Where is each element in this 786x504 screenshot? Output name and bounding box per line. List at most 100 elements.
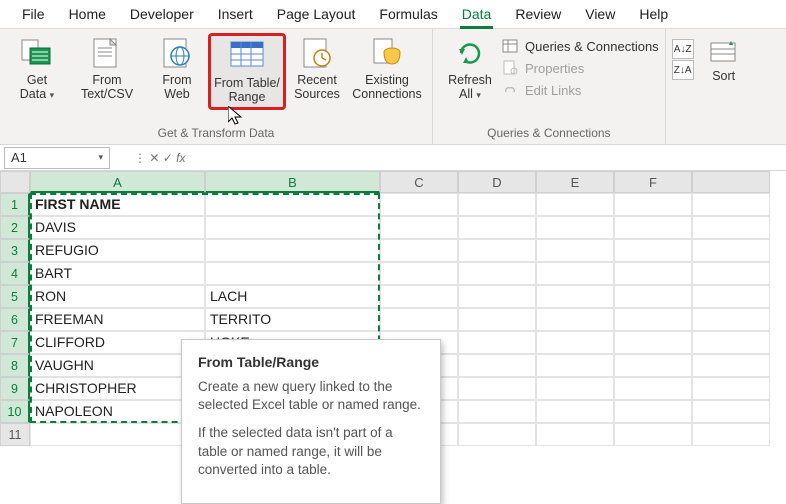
row-header[interactable]: 4	[0, 262, 30, 285]
cell[interactable]	[692, 377, 770, 400]
cell[interactable]	[458, 308, 536, 331]
cell[interactable]	[458, 377, 536, 400]
cell[interactable]: FREEMAN	[30, 308, 205, 331]
row-header[interactable]: 3	[0, 239, 30, 262]
existing-connections-button[interactable]: Existing Connections	[348, 33, 426, 104]
cell[interactable]: CHRISTOPHER	[30, 377, 205, 400]
column-header[interactable]	[692, 171, 770, 193]
column-header[interactable]: E	[536, 171, 614, 193]
tab-data[interactable]: Data	[450, 2, 504, 28]
cell[interactable]	[380, 193, 458, 216]
cell[interactable]	[458, 193, 536, 216]
cell[interactable]	[614, 354, 692, 377]
cell[interactable]	[536, 423, 614, 446]
tab-file[interactable]: File	[10, 2, 57, 28]
cell[interactable]	[614, 262, 692, 285]
cell[interactable]: BART	[30, 262, 205, 285]
column-header[interactable]: C	[380, 171, 458, 193]
cell[interactable]: LACH	[205, 285, 380, 308]
row-header[interactable]: 6	[0, 308, 30, 331]
row-header[interactable]: 1	[0, 193, 30, 216]
tab-review[interactable]: Review	[503, 2, 573, 28]
column-header[interactable]: F	[614, 171, 692, 193]
from-text-csv-button[interactable]: From Text/CSV	[68, 33, 146, 104]
cell[interactable]	[458, 216, 536, 239]
cell[interactable]	[692, 216, 770, 239]
cell[interactable]	[536, 216, 614, 239]
row-header[interactable]: 5	[0, 285, 30, 308]
cell[interactable]	[614, 285, 692, 308]
cell[interactable]	[692, 423, 770, 446]
cell[interactable]	[692, 331, 770, 354]
cell[interactable]: REFUGIO	[30, 239, 205, 262]
cell[interactable]	[692, 308, 770, 331]
cell[interactable]	[614, 400, 692, 423]
cell[interactable]	[536, 354, 614, 377]
properties-button[interactable]: Properties	[501, 59, 659, 77]
cell[interactable]	[380, 308, 458, 331]
cell[interactable]	[536, 331, 614, 354]
cell[interactable]: FIRST NAME	[30, 193, 205, 216]
cell[interactable]	[536, 308, 614, 331]
tab-formulas[interactable]: Formulas	[367, 2, 449, 28]
cell[interactable]	[458, 262, 536, 285]
cell[interactable]	[614, 239, 692, 262]
cell[interactable]	[458, 239, 536, 262]
cell[interactable]	[614, 216, 692, 239]
row-header[interactable]: 8	[0, 354, 30, 377]
cell[interactable]	[614, 308, 692, 331]
column-header[interactable]: A	[30, 171, 205, 193]
cell[interactable]	[380, 262, 458, 285]
tab-view[interactable]: View	[573, 2, 627, 28]
cell[interactable]	[380, 239, 458, 262]
cell[interactable]: TERRITO	[205, 308, 380, 331]
tab-page-layout[interactable]: Page Layout	[265, 2, 368, 28]
cell[interactable]	[380, 285, 458, 308]
cell[interactable]	[692, 354, 770, 377]
cell[interactable]	[205, 262, 380, 285]
get-data-button[interactable]: Get Data ▾	[6, 33, 68, 104]
cell[interactable]	[536, 285, 614, 308]
sort-desc-button[interactable]: Z↓A	[672, 60, 694, 80]
cell[interactable]: VAUGHN	[30, 354, 205, 377]
cell[interactable]: RON	[30, 285, 205, 308]
refresh-all-button[interactable]: Refresh All ▾	[439, 33, 501, 104]
cell[interactable]	[614, 331, 692, 354]
sort-asc-button[interactable]: A↓Z	[672, 39, 694, 59]
cell[interactable]	[692, 285, 770, 308]
cell[interactable]	[458, 423, 536, 446]
cell[interactable]: CLIFFORD	[30, 331, 205, 354]
cell[interactable]	[614, 193, 692, 216]
row-header[interactable]: 9	[0, 377, 30, 400]
cell[interactable]	[205, 239, 380, 262]
queries-connections-button[interactable]: Queries & Connections	[501, 37, 659, 55]
name-box[interactable]: A1 ▾	[4, 147, 110, 169]
cell[interactable]	[458, 331, 536, 354]
tab-help[interactable]: Help	[627, 2, 680, 28]
recent-sources-button[interactable]: Recent Sources	[286, 33, 348, 104]
cell[interactable]	[536, 400, 614, 423]
from-web-button[interactable]: From Web	[146, 33, 208, 104]
tab-developer[interactable]: Developer	[118, 2, 206, 28]
edit-links-button[interactable]: Edit Links	[501, 81, 659, 99]
row-header[interactable]: 7	[0, 331, 30, 354]
cell[interactable]	[205, 216, 380, 239]
cell[interactable]	[536, 193, 614, 216]
row-header[interactable]: 2	[0, 216, 30, 239]
cell[interactable]	[30, 423, 205, 446]
cell[interactable]	[536, 239, 614, 262]
tab-insert[interactable]: Insert	[206, 2, 265, 28]
cell[interactable]	[380, 216, 458, 239]
row-header[interactable]: 11	[0, 423, 30, 446]
cell[interactable]	[692, 193, 770, 216]
column-header[interactable]: D	[458, 171, 536, 193]
cell[interactable]	[692, 262, 770, 285]
from-table-range-button[interactable]: From Table/ Range	[208, 33, 286, 110]
row-header[interactable]: 10	[0, 400, 30, 423]
cell[interactable]	[692, 239, 770, 262]
sort-button[interactable]: Sort	[700, 39, 748, 83]
cell[interactable]	[458, 400, 536, 423]
cell[interactable]	[614, 377, 692, 400]
cell[interactable]	[692, 400, 770, 423]
cell[interactable]	[205, 193, 380, 216]
